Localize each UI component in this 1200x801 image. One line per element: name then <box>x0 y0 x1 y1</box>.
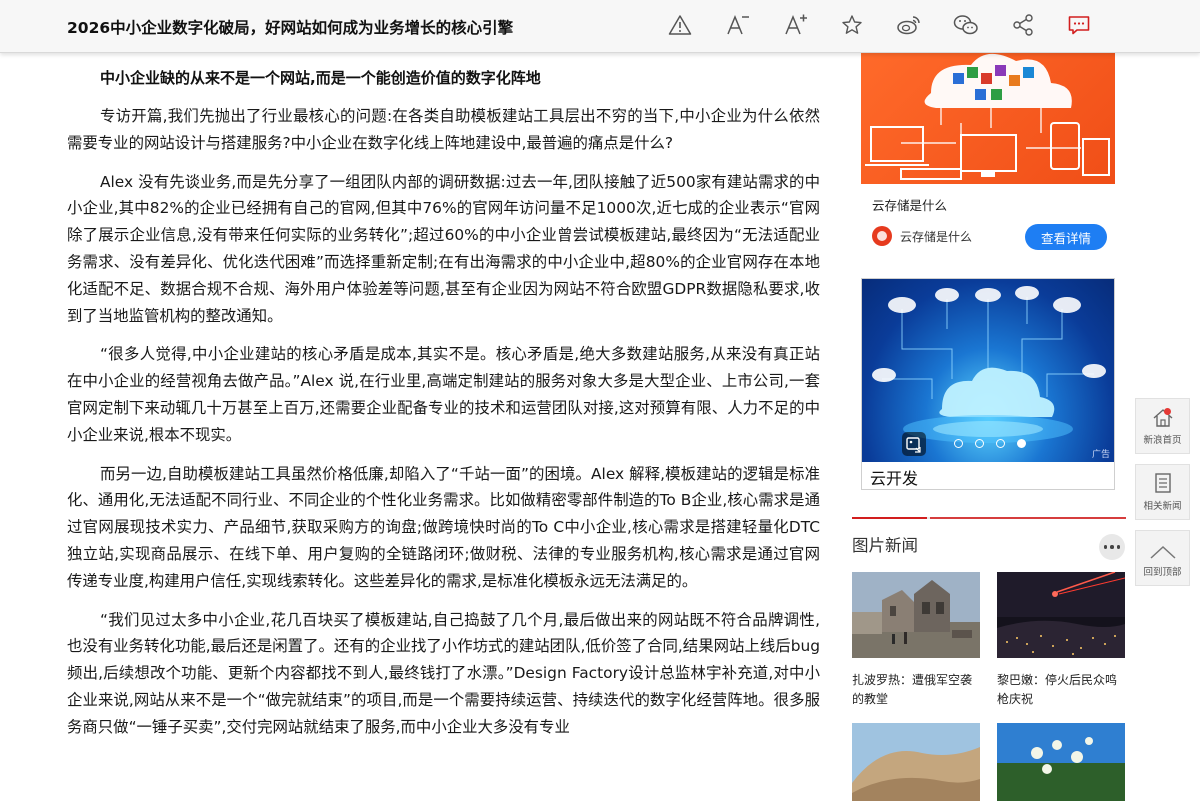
dot-icon <box>1110 545 1114 549</box>
article-paragraph: 而另一边,自助模板建站工具虽然价格低廉,却陷入了“千站一面”的困境。Alex 解… <box>67 464 820 590</box>
image-icon <box>902 432 926 456</box>
sina-home-button[interactable]: 新浪首页 <box>1135 398 1190 454</box>
share-wechat-button[interactable] <box>950 11 982 39</box>
share-weibo-button[interactable] <box>893 11 925 39</box>
news-thumbnail[interactable] <box>997 572 1125 658</box>
desert-dunes-photo <box>852 723 980 801</box>
cloud-dev-ad-image[interactable]: 广告 <box>862 279 1114 462</box>
brand-logo-icon <box>872 226 892 246</box>
carousel-dot[interactable] <box>975 439 984 448</box>
cloud-network-illustration <box>865 53 1110 180</box>
article-subheading: 中小企业缺的从来不是一个网站,而是一个能创造价值的数字化阵地 <box>100 69 541 87</box>
article-paragraph: “我们见过太多中小企业,花几百块买了模板建站,自己捣鼓了几个月,最后做出来的网站… <box>67 610 820 736</box>
comment-icon <box>1068 16 1090 35</box>
sidenav-label: 相关新闻 <box>1143 501 1182 512</box>
cloud-dev-ad[interactable]: 广告 云开发 <box>861 278 1115 490</box>
cloud-circuit-illustration <box>872 286 1106 443</box>
news-thumbnail[interactable] <box>997 723 1125 801</box>
carousel-dots[interactable] <box>954 439 1026 448</box>
news-thumbnail[interactable] <box>852 723 980 801</box>
wechat-icon <box>953 15 978 35</box>
ad-brand-label: 云存储是什么 <box>900 229 973 244</box>
document-list-icon <box>1154 473 1171 493</box>
carousel-dot[interactable] <box>954 439 963 448</box>
dot-icon <box>1116 545 1121 549</box>
share-icon <box>1013 14 1033 36</box>
warning-icon <box>668 15 692 35</box>
font-decrease-button[interactable] <box>722 11 754 39</box>
font-decrease-icon <box>727 15 749 35</box>
ad-badge: 广告 <box>1091 450 1110 460</box>
weibo-icon <box>897 16 920 35</box>
article-paragraph: “很多人觉得,中小企业建站的核心矛盾是成本,其实不是。核心矛盾是,绝大多数建站服… <box>67 345 820 444</box>
report-button[interactable] <box>664 11 696 39</box>
top-toolbar: 2026中小企业数字化破局，好网站如何成为业务增长的核心引擎 <box>0 0 1200 53</box>
related-news-button[interactable]: 相关新闻 <box>1135 464 1190 520</box>
notification-dot <box>1164 408 1171 415</box>
comment-button[interactable] <box>1063 11 1095 39</box>
more-button[interactable] <box>1099 534 1125 560</box>
ad-caption[interactable]: 云存储是什么 <box>872 195 947 214</box>
cloud-storage-ad-image[interactable] <box>861 53 1115 184</box>
favorite-button[interactable] <box>836 11 868 39</box>
night-city-photo <box>997 572 1125 658</box>
star-icon <box>842 15 862 34</box>
chevron-up-icon <box>1149 545 1176 559</box>
view-details-button[interactable]: 查看详情 <box>1025 224 1107 250</box>
dot-icon <box>1103 545 1108 549</box>
article-body: 中小企业缺的从来不是一个网站,而是一个能创造价值的数字化阵地 专访开篇,我们先抛… <box>67 53 820 741</box>
news-thumbnail[interactable] <box>852 572 980 658</box>
ad-brand[interactable]: 云存储是什么 <box>872 226 972 246</box>
ad-caption[interactable]: 云开发 <box>870 465 918 489</box>
news-caption[interactable]: 黎巴嫩：停火后民众鸣枪庆祝 <box>997 671 1127 709</box>
share-button[interactable] <box>1007 11 1039 39</box>
carousel-dot[interactable] <box>996 439 1005 448</box>
font-increase-icon <box>785 14 807 35</box>
ruined-church-photo <box>852 572 980 658</box>
section-divider <box>852 517 1126 519</box>
sidenav-label: 新浪首页 <box>1143 435 1182 446</box>
back-to-top-button[interactable]: 回到顶部 <box>1135 530 1190 586</box>
sidenav-label: 回到顶部 <box>1143 567 1182 578</box>
article-paragraph: 专访开篇,我们先抛出了行业最核心的问题:在各类自助模板建站工具层出不穷的当下,中… <box>67 107 820 152</box>
section-title: 图片新闻 <box>852 536 918 555</box>
page-title: 2026中小企业数字化破局，好网站如何成为业务增长的核心引擎 <box>67 19 514 37</box>
article-paragraph: Alex 没有先谈业务,而是先分享了一组团队内部的调研数据:过去一年,团队接触了… <box>67 172 820 325</box>
font-increase-button[interactable] <box>780 11 812 39</box>
flowers-photo <box>997 723 1125 801</box>
carousel-dot-active[interactable] <box>1017 439 1026 448</box>
news-caption[interactable]: 扎波罗热：遭俄军空袭的教堂 <box>852 671 982 709</box>
